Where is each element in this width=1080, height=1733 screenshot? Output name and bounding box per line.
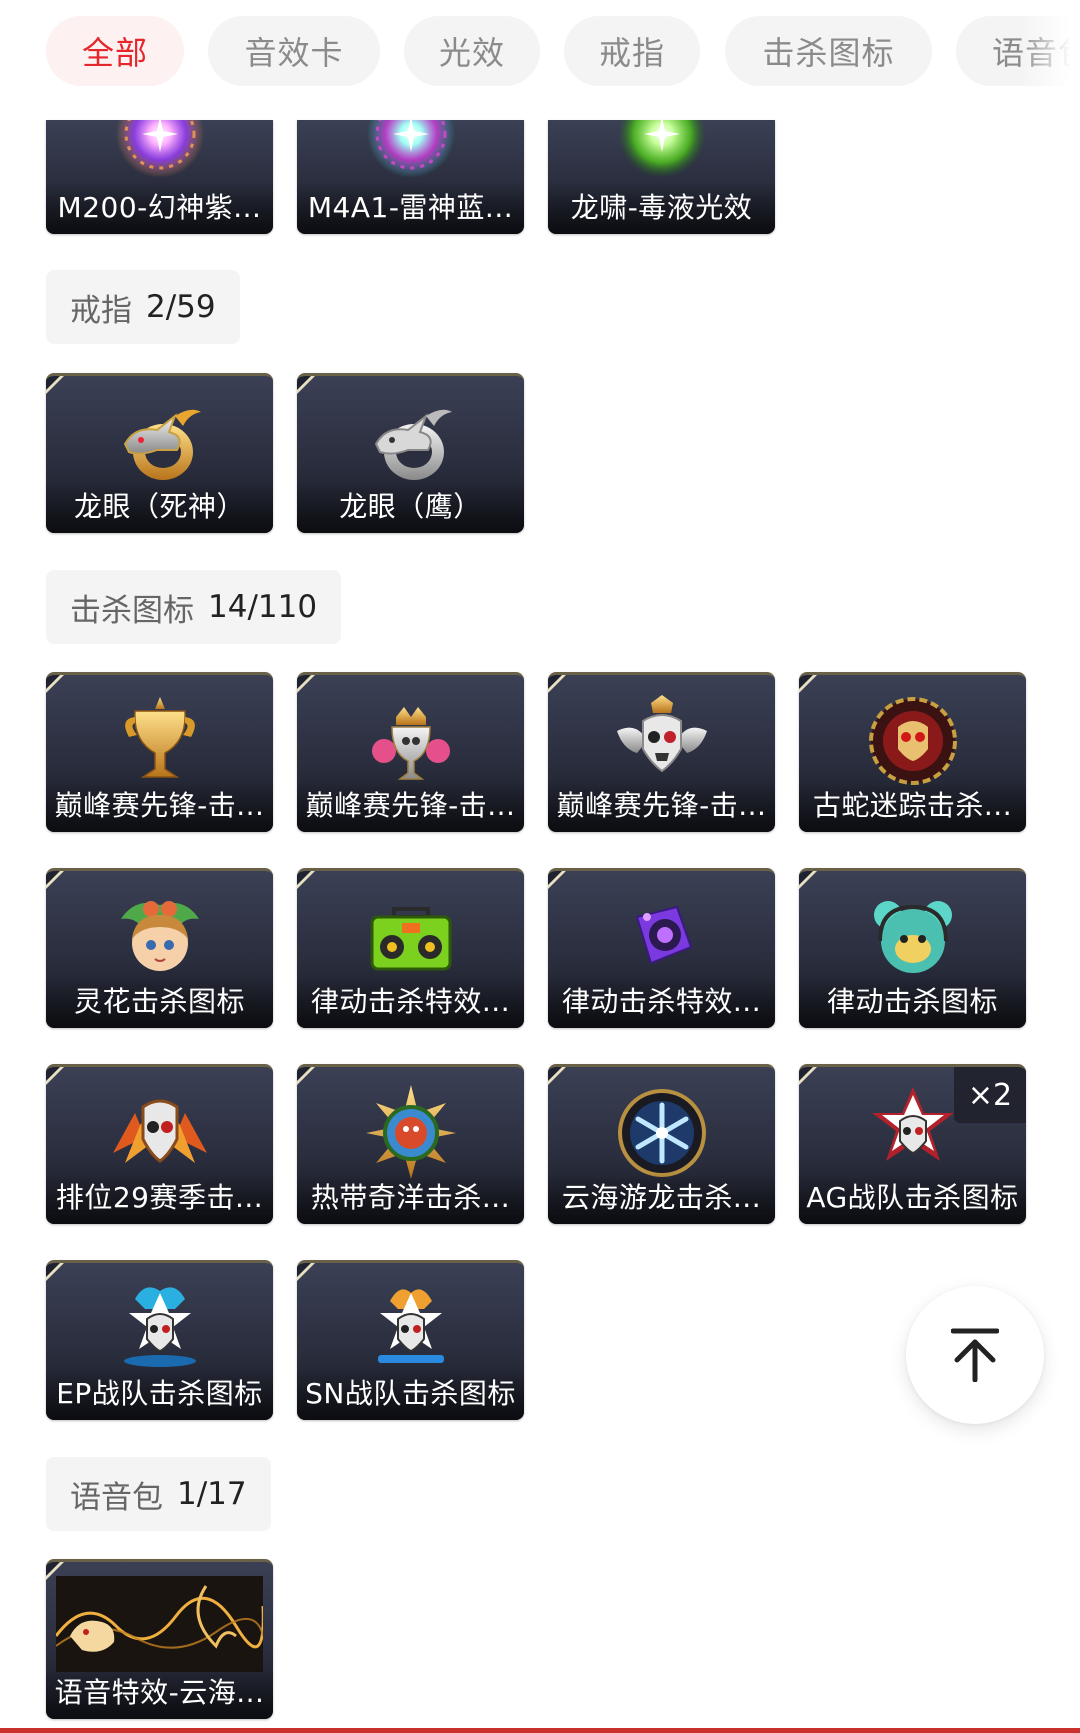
section-name: 击杀图标: [70, 592, 194, 629]
item-label: 热带奇洋击杀...: [297, 1172, 524, 1224]
item-card-kill-icon[interactable]: ×2 AG战队击杀图标: [799, 1064, 1026, 1224]
item-label: 龙眼（鹰）: [297, 481, 524, 533]
boombox-icon: [370, 907, 451, 971]
quantity-badge: ×2: [954, 1067, 1026, 1123]
item-label: AG战队击杀图标: [799, 1172, 1026, 1224]
item-label: 巅峰赛先锋-击...: [548, 780, 775, 832]
item-label: 灵花击杀图标: [46, 976, 273, 1028]
section-header-voice-packs: 语音包 1/17: [46, 1457, 271, 1531]
ep-skull-star-icon: [123, 1287, 196, 1367]
purple-glow-icon: [115, 120, 204, 178]
tab-sound-card[interactable]: 音效卡: [208, 16, 380, 86]
tab-all[interactable]: 全部: [46, 16, 184, 86]
item-card-m4a1-blue[interactable]: M4A1-雷神蓝...: [297, 120, 524, 234]
item-label: 律动击杀特效...: [297, 976, 524, 1028]
category-tab-bar: 全部 音效卡 光效 戒指 击杀图标 语音包: [0, 0, 1080, 104]
snowflake-medallion-icon: [617, 1089, 706, 1177]
item-card-kill-icon[interactable]: 律动击杀特效...: [297, 868, 524, 1028]
item-label: EP战队击杀图标: [46, 1368, 273, 1420]
item-label: 龙眼（死神）: [46, 481, 273, 533]
tab-light-effect[interactable]: 光效: [404, 16, 540, 86]
item-label: 语音特效-云海...: [46, 1667, 273, 1719]
tab-kill-icon[interactable]: 击杀图标: [725, 16, 932, 86]
item-label: 律动击杀图标: [799, 976, 1026, 1028]
item-label: 古蛇迷踪击杀...: [799, 780, 1026, 832]
section-count: 14/110: [208, 589, 318, 625]
tab-fade-overlay: [1020, 0, 1080, 104]
item-card-m200-purple[interactable]: M200-幻神紫...: [46, 120, 273, 234]
arrow-up-to-top-icon: [951, 1328, 999, 1382]
section-count: 2/59: [146, 289, 216, 325]
item-card-ring-reaper[interactable]: 龙眼（死神）: [46, 373, 273, 533]
item-card-kill-icon[interactable]: EP战队击杀图标: [46, 1260, 273, 1420]
item-card-kill-icon[interactable]: 热带奇洋击杀...: [297, 1064, 524, 1224]
item-card-kill-icon[interactable]: 排位29赛季击...: [46, 1064, 273, 1224]
item-card-voice-pack[interactable]: 语音特效-云海...: [46, 1559, 273, 1719]
red-skull-emblem-icon: [868, 697, 957, 785]
item-card-kill-icon[interactable]: 灵花击杀图标: [46, 868, 273, 1028]
ranked-skull-icon: [112, 1099, 207, 1163]
crowned-trophy-icon: [371, 707, 450, 780]
tropical-compass-icon: [365, 1085, 456, 1179]
item-label: 排位29赛季击...: [46, 1172, 273, 1224]
item-card-kill-icon[interactable]: 巅峰赛先锋-击...: [297, 672, 524, 832]
ag-skull-star-icon: [871, 1087, 954, 1161]
item-label: 龙啸-毒液光效: [548, 182, 775, 234]
item-label: M200-幻神紫...: [46, 182, 273, 234]
back-to-top-button[interactable]: [906, 1286, 1044, 1424]
section-name: 戒指: [70, 292, 132, 329]
item-card-kill-icon[interactable]: 律动击杀特效...: [548, 868, 775, 1028]
item-label: 云海游龙击杀...: [548, 1172, 775, 1224]
item-card-kill-icon[interactable]: 云海游龙击杀...: [548, 1064, 775, 1224]
item-card-kill-icon[interactable]: 律动击杀图标: [799, 868, 1026, 1028]
sn-skull-star-icon: [377, 1289, 444, 1363]
section-header-rings: 戒指 2/59: [46, 270, 240, 344]
golden-dragon-wave-icon: [56, 1576, 263, 1672]
section-count: 1/17: [177, 1476, 247, 1512]
gold-trophy-icon: [124, 697, 195, 778]
purple-speaker-icon: [635, 905, 692, 965]
item-label: M4A1-雷神蓝...: [297, 182, 524, 234]
item-card-ring-eagle[interactable]: 龙眼（鹰）: [297, 373, 524, 533]
silver-dragon-ring-icon: [374, 409, 452, 480]
item-label: 巅峰赛先锋-击...: [297, 780, 524, 832]
item-label: 巅峰赛先锋-击...: [46, 780, 273, 832]
section-header-kill-icons: 击杀图标 14/110: [46, 570, 342, 644]
item-card-kill-icon[interactable]: SN战队击杀图标: [297, 1260, 524, 1420]
section-name: 语音包: [70, 1479, 163, 1516]
item-card-kill-icon[interactable]: 巅峰赛先锋-击...: [548, 672, 775, 832]
bear-headphones-icon: [873, 901, 952, 973]
item-label: 律动击杀特效...: [548, 976, 775, 1028]
bottom-accent-line: [0, 1728, 1080, 1733]
item-card-dragon-venom[interactable]: 龙啸-毒液光效: [548, 120, 775, 234]
item-card-kill-icon[interactable]: 古蛇迷踪击杀...: [799, 672, 1026, 832]
flower-girl-icon: [120, 901, 199, 971]
winged-skull-icon: [616, 695, 707, 773]
item-label: SN战队击杀图标: [297, 1368, 524, 1420]
tab-ring[interactable]: 戒指: [564, 16, 700, 86]
item-card-kill-icon[interactable]: 巅峰赛先锋-击...: [46, 672, 273, 832]
gold-dragon-ring-icon: [123, 409, 201, 480]
teal-glow-icon: [366, 120, 455, 178]
green-glow-icon: [617, 120, 706, 178]
